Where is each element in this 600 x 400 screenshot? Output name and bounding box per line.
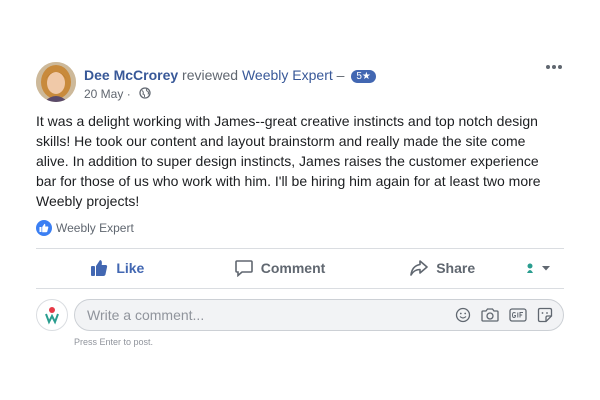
globe-icon [139, 87, 151, 102]
likes-summary[interactable]: Weebly Expert [36, 220, 134, 236]
press-enter-hint: Press Enter to post. [74, 337, 154, 347]
review-text: It was a delight working with James--gre… [36, 113, 541, 209]
share-label: Share [436, 260, 476, 276]
sticker-icon[interactable] [537, 307, 553, 323]
author-avatar[interactable] [36, 62, 76, 102]
divider [36, 288, 564, 289]
meta-dot: · [126, 87, 131, 101]
like-label: Like [116, 260, 145, 276]
post-date[interactable]: 20 May [84, 87, 123, 101]
author-name[interactable]: Dee McCrorey [84, 67, 178, 83]
comment-box [74, 299, 564, 331]
camera-icon[interactable] [481, 307, 499, 323]
comment-icon [234, 260, 253, 277]
page-avatar-icon [527, 263, 551, 273]
thumbs-up-icon [36, 220, 52, 236]
post-header: Dee McCrorey reviewed Weebly Expert – 5★ [84, 67, 376, 83]
page-avatar[interactable] [36, 299, 68, 331]
comment-composer [36, 298, 564, 332]
more-options-icon[interactable] [544, 60, 564, 74]
share-button[interactable]: Share [361, 251, 524, 285]
divider [36, 248, 564, 249]
comment-input[interactable] [85, 306, 455, 324]
post-meta: 20 May · [84, 87, 151, 102]
comment-button[interactable]: Comment [199, 251, 362, 285]
comment-label: Comment [260, 260, 326, 276]
like-button[interactable]: Like [36, 251, 199, 285]
gif-icon[interactable] [509, 307, 527, 323]
emoji-icon[interactable] [455, 307, 471, 323]
share-icon [410, 260, 429, 276]
audience-selector[interactable] [524, 251, 564, 285]
likes-name: Weebly Expert [56, 221, 134, 235]
page-link[interactable]: Weebly Expert [242, 67, 333, 83]
review-post: Dee McCrorey reviewed Weebly Expert – 5★… [20, 50, 580, 362]
action-text: reviewed [182, 67, 239, 83]
action-bar: Like Comment Share [36, 251, 564, 285]
composer-icons [455, 307, 553, 323]
thumbs-up-icon [91, 260, 108, 276]
dash-separator: – [336, 67, 345, 83]
rating-badge: 5★ [351, 70, 376, 83]
